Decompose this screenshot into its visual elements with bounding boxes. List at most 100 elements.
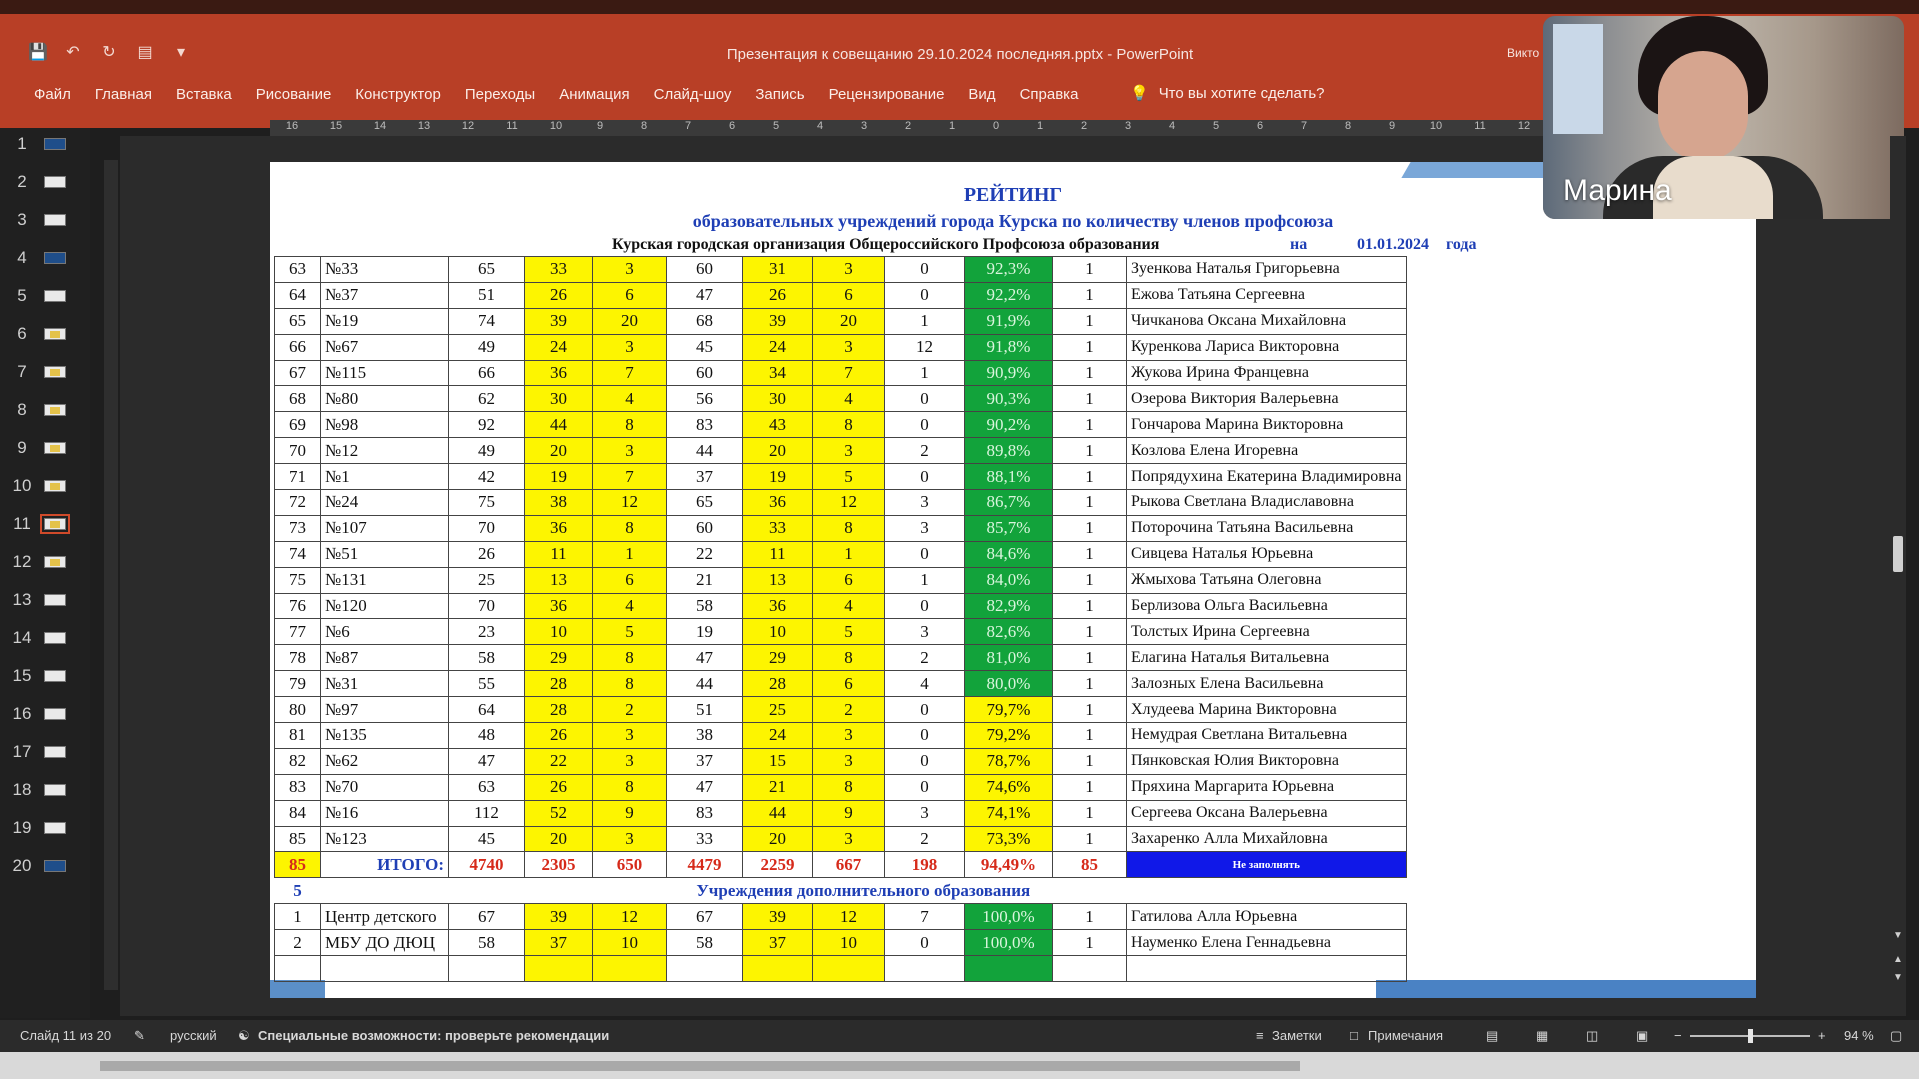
- scrollbar-thumb[interactable]: [1893, 536, 1903, 572]
- slide-sorter-icon[interactable]: ▦: [1536, 1028, 1548, 1044]
- slide-thumbnail-12[interactable]: 12: [0, 544, 90, 580]
- zoom-out-icon[interactable]: −: [1674, 1028, 1682, 1043]
- slide-thumbnail-image[interactable]: [44, 860, 66, 872]
- comments-button[interactable]: Примечания: [1368, 1028, 1443, 1043]
- tab-5[interactable]: Переходы: [453, 84, 547, 106]
- slide-thumbnail-image[interactable]: [44, 784, 66, 796]
- webcam-overlay[interactable]: Марина: [1543, 16, 1904, 219]
- slide-thumbnail-image[interactable]: [44, 632, 66, 644]
- reading-view-icon[interactable]: ◫: [1586, 1028, 1598, 1044]
- slide-thumbnail-3[interactable]: 3: [0, 202, 90, 238]
- undo-icon[interactable]: ↶: [64, 44, 82, 62]
- slide-thumbnail-1[interactable]: 1: [0, 126, 90, 162]
- slide-thumbnail-image[interactable]: [44, 176, 66, 188]
- slide-thumbnail-image[interactable]: [44, 822, 66, 834]
- customize-toolbar-icon[interactable]: ▾: [172, 44, 190, 62]
- notes-icon: ≡: [1256, 1028, 1264, 1043]
- tab-0[interactable]: Файл: [22, 84, 83, 106]
- slide-thumbnail-20[interactable]: 20: [0, 848, 90, 884]
- cell-c2: 4: [592, 385, 667, 413]
- fit-slide-icon[interactable]: ▢: [1890, 1028, 1902, 1044]
- slide-thumbnail-4[interactable]: 4: [0, 240, 90, 276]
- slideshow-view-icon[interactable]: ▣: [1636, 1028, 1648, 1044]
- zoom-in-icon[interactable]: +: [1818, 1028, 1826, 1043]
- slide-thumbnail-image[interactable]: [44, 670, 66, 682]
- ruler-mark: 12: [461, 120, 475, 132]
- cell-count: 1: [1052, 644, 1127, 672]
- slide-thumbnail-9[interactable]: 9: [0, 430, 90, 466]
- cell-institution: №1: [320, 463, 449, 491]
- tab-4[interactable]: Конструктор: [343, 84, 453, 106]
- cell-percent: 78,7%: [964, 747, 1053, 775]
- tab-1[interactable]: Главная: [83, 84, 164, 106]
- slide-thumbnail-image[interactable]: [44, 252, 66, 264]
- spell-check-icon[interactable]: ✎: [134, 1028, 145, 1044]
- slide-thumbnail-image[interactable]: [40, 514, 70, 534]
- accessibility-icon: ☯: [238, 1028, 250, 1043]
- cell-c2: 7: [592, 463, 667, 491]
- language-indicator[interactable]: русский: [170, 1028, 217, 1043]
- cell-c2: 4: [592, 592, 667, 620]
- accessibility-check[interactable]: Специальные возможности: проверьте реком…: [258, 1028, 609, 1043]
- account-name[interactable]: Викто: [1507, 46, 1539, 60]
- zoom-level[interactable]: 94 %: [1844, 1028, 1874, 1043]
- slide-thumbnail-5[interactable]: 5: [0, 278, 90, 314]
- slide-thumbnail-16[interactable]: 16: [0, 696, 90, 732]
- tab-2[interactable]: Вставка: [164, 84, 244, 106]
- slide-thumbnail-image[interactable]: [44, 556, 66, 568]
- slide-thumbnail-image[interactable]: [44, 366, 66, 378]
- tab-10[interactable]: Вид: [956, 84, 1007, 106]
- slide-thumbnail-15[interactable]: 15: [0, 658, 90, 694]
- caption-year-word: года: [1446, 236, 1477, 253]
- taskbar-content: [100, 1061, 1300, 1071]
- notes-button[interactable]: Заметки: [1272, 1028, 1322, 1043]
- slide-thumbnail-10[interactable]: 10: [0, 468, 90, 504]
- scroll-down-icon[interactable]: ▼: [1891, 928, 1905, 944]
- slide-thumbnail-image[interactable]: [44, 214, 66, 226]
- current-slide[interactable]: РЕЙТИНГ образовательных учреждений город…: [270, 162, 1756, 998]
- slide-thumbnail-19[interactable]: 19: [0, 810, 90, 846]
- tab-3[interactable]: Рисование: [244, 84, 344, 106]
- next-slide-icon[interactable]: ▼: [1891, 970, 1905, 986]
- slide-thumbnail-2[interactable]: 2: [0, 164, 90, 200]
- tab-9[interactable]: Рецензирование: [817, 84, 957, 106]
- cell-institution: МБУ ДО ДЮЦ: [320, 929, 449, 957]
- slide-thumbnail-8[interactable]: 8: [0, 392, 90, 428]
- slide-thumbnail-image[interactable]: [44, 290, 66, 302]
- previous-slide-icon[interactable]: ▲: [1891, 952, 1905, 968]
- cell-count: 1: [1052, 929, 1127, 957]
- slide-thumbnail-13[interactable]: 13: [0, 582, 90, 618]
- tab-8[interactable]: Запись: [743, 84, 816, 106]
- slide-thumbnail-6[interactable]: 6: [0, 316, 90, 352]
- cell-c2: 3: [592, 825, 667, 853]
- slide-thumbnail-18[interactable]: 18: [0, 772, 90, 808]
- cell-rank: 74: [274, 540, 321, 568]
- slide-thumbnail-14[interactable]: 14: [0, 620, 90, 656]
- tab-7[interactable]: Слайд-шоу: [642, 84, 744, 106]
- slide-thumbnail-image[interactable]: [44, 480, 66, 492]
- normal-view-icon[interactable]: ▤: [1486, 1028, 1498, 1044]
- slide-thumbnail-image[interactable]: [44, 594, 66, 606]
- tab-6[interactable]: Анимация: [547, 84, 641, 106]
- slide-thumbnail-image[interactable]: [44, 328, 66, 340]
- start-slideshow-icon[interactable]: ▤: [136, 44, 154, 62]
- redo-icon[interactable]: ↻: [100, 44, 118, 62]
- zoom-slider-knob[interactable]: [1748, 1029, 1753, 1043]
- slide-thumbnail-image[interactable]: [44, 138, 66, 150]
- save-icon[interactable]: 💾: [28, 44, 48, 62]
- vertical-scrollbar[interactable]: ▼ ▲ ▼: [1890, 136, 1906, 1016]
- zoom-slider[interactable]: [1690, 1029, 1810, 1043]
- table-row: 70 №12 49 20 3 44 20 3 2 89,8% 1 Козлова Елена Игор…: [274, 437, 1407, 465]
- slide-thumbnail-11[interactable]: 11: [0, 506, 90, 542]
- ruler-mark: 16: [285, 120, 299, 132]
- slide-thumbnail-image[interactable]: [44, 708, 66, 720]
- ruler-mark: 2: [1080, 120, 1088, 132]
- slide-thumbnail-image[interactable]: [44, 404, 66, 416]
- cell-c1: 33: [524, 256, 593, 283]
- slide-thumbnail-7[interactable]: 7: [0, 354, 90, 390]
- tell-me-search[interactable]: 💡 Что вы хотите сделать?: [1130, 84, 1325, 103]
- slide-thumbnail-image[interactable]: [44, 746, 66, 758]
- slide-thumbnail-17[interactable]: 17: [0, 734, 90, 770]
- tab-11[interactable]: Справка: [1008, 84, 1091, 106]
- slide-thumbnail-image[interactable]: [44, 442, 66, 454]
